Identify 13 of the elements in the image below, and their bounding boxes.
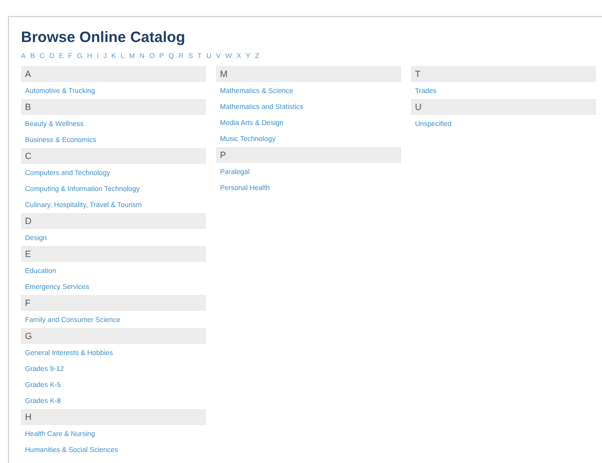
letter-header: D (21, 213, 206, 229)
letter-header: C (21, 148, 206, 164)
letter-header: F (21, 295, 206, 311)
page-title: Browse Online Catalog (21, 29, 186, 47)
letter-header: H (21, 409, 206, 425)
letter-header: E (21, 246, 206, 262)
letter-header: B (21, 99, 206, 115)
letter-header: P (216, 147, 401, 163)
letter-header: A (21, 66, 206, 82)
letter-header: U (411, 99, 596, 115)
letter-header: G (21, 328, 206, 344)
letter-header: M (216, 66, 401, 82)
letter-header: T (411, 66, 596, 82)
